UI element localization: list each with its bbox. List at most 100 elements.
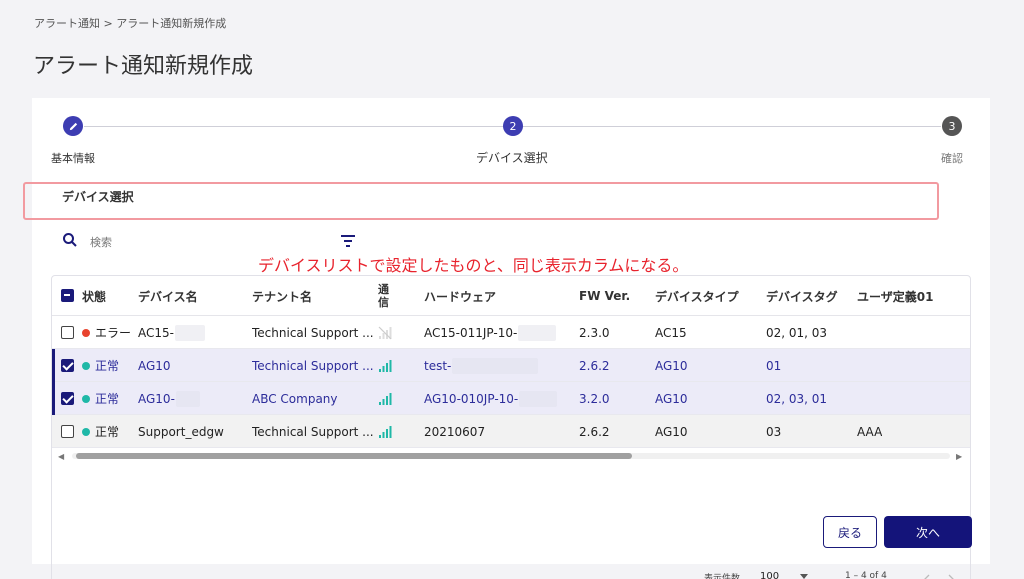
next-button[interactable]: 次へ — [884, 516, 972, 548]
scroll-thumb[interactable] — [76, 453, 632, 459]
select-all-checkbox[interactable] — [61, 289, 74, 302]
tag-cell: 03 — [766, 424, 782, 439]
dropdown-arrow-icon — [800, 574, 808, 579]
filter-icon[interactable] — [340, 235, 356, 247]
step-connector — [523, 126, 941, 127]
col-hardware[interactable]: ハードウェア — [424, 276, 496, 316]
status-cell: 正常 — [82, 382, 119, 415]
type-cell: AG10 — [655, 358, 688, 373]
device-name: AC15- — [138, 325, 174, 340]
rows-per-page-value: 100 — [760, 571, 780, 579]
signal-cell — [378, 382, 392, 415]
type-cell: AG10 — [655, 391, 688, 406]
table-row[interactable]: 正常 Support_edgw Technical Support ... 20… — [52, 415, 970, 448]
table-row[interactable]: エラー AC15- Technical Support ... AC15-011… — [52, 316, 970, 349]
page-title: アラート通知新規作成 — [33, 54, 254, 79]
step-3-pending: 3 — [942, 116, 962, 136]
tag-cell: 02, 01, 03 — [766, 325, 828, 340]
col-device-tag[interactable]: デバイスタグ — [766, 276, 838, 316]
hardware-cell: AC15-011JP-10- — [424, 316, 557, 349]
step-connector — [84, 126, 503, 127]
scroll-right-icon[interactable]: ▶ — [956, 452, 962, 461]
device-name-cell: AG10- — [138, 382, 200, 415]
step-label-basic: 基本情報 — [51, 152, 95, 165]
search-input[interactable] — [90, 232, 330, 252]
status-text: 正常 — [95, 392, 120, 406]
tenant-cell: ABC Company — [252, 391, 338, 406]
redacted-text — [519, 390, 558, 407]
fw-cell: 2.6.2 — [579, 358, 610, 373]
table-row[interactable]: 正常 AG10 Technical Support ... test- 2.6.… — [52, 349, 970, 382]
step-number: 3 — [948, 119, 956, 133]
status-text: 正常 — [95, 425, 120, 439]
step-number: 2 — [509, 119, 517, 133]
status-cell: 正常 — [82, 349, 119, 382]
redacted-text — [518, 324, 557, 341]
signal-full-icon — [379, 392, 392, 405]
col-device-type[interactable]: デバイスタイプ — [655, 276, 739, 316]
rows-per-page-select[interactable]: 100 — [750, 566, 816, 579]
next-page-icon[interactable] — [948, 574, 954, 579]
tenant-cell: Technical Support ... — [252, 358, 374, 373]
fw-cell: 2.6.2 — [579, 424, 610, 439]
row-checkbox[interactable] — [61, 326, 74, 339]
signal-cell — [378, 349, 392, 382]
device-name-cell: AC15- — [138, 316, 205, 349]
breadcrumb[interactable]: アラート通知 > アラート通知新規作成 — [34, 15, 226, 31]
status-dot — [82, 427, 90, 436]
hardware-text: AG10-010JP-10- — [424, 391, 519, 406]
rows-per-page-label: 表示件数 — [704, 574, 741, 579]
tag-cell: 02, 03, 01 — [766, 391, 828, 406]
status-cell: エラー — [82, 316, 131, 349]
row-checkbox[interactable] — [61, 425, 74, 438]
device-name: AG10- — [138, 391, 175, 406]
content-card: 2 3 基本情報 デバイス選択 確認 デバイス選択 デバイスリストで設定したもの… — [32, 98, 990, 579]
step-1-done — [63, 116, 83, 136]
table-header: 状態 デバイス名 テナント名 通 信 ハードウェア FW Ver. デバイスタイ… — [52, 276, 970, 316]
step-label-confirm: 確認 — [941, 152, 963, 165]
prev-page-icon[interactable] — [924, 574, 930, 579]
scroll-left-icon[interactable]: ◀ — [58, 452, 64, 461]
signal-cell — [378, 316, 392, 349]
tenant-cell: Technical Support ... — [252, 325, 374, 340]
col-device-name[interactable]: デバイス名 — [138, 276, 198, 316]
signal-full-icon — [379, 425, 392, 438]
fw-cell: 3.2.0 — [579, 391, 610, 406]
type-cell: AG10 — [655, 424, 688, 439]
hardware-cell: AG10-010JP-10- — [424, 382, 558, 415]
signal-none-icon — [378, 326, 392, 339]
section-title: デバイス選択 — [62, 190, 134, 204]
status-dot — [82, 328, 90, 337]
back-button[interactable]: 戻る — [823, 516, 877, 548]
search-icon — [63, 233, 77, 247]
col-status[interactable]: 状態 — [82, 276, 106, 316]
device-name-cell: Support_edgw — [138, 424, 224, 439]
type-cell: AC15 — [655, 325, 687, 340]
redacted-text — [174, 324, 205, 341]
row-checkbox[interactable] — [61, 392, 74, 405]
table-row[interactable]: 正常 AG10- ABC Company AG10-010JP-10- 3.2.… — [52, 382, 970, 415]
signal-cell — [378, 415, 392, 448]
status-text: エラー — [95, 326, 132, 340]
col-communication-line1: 通 — [378, 283, 389, 296]
annotation-note: デバイスリストで設定したものと、同じ表示カラムになる。 — [258, 256, 689, 275]
horizontal-scrollbar[interactable]: ◀ ▶ — [52, 450, 970, 462]
redacted-text — [452, 357, 539, 374]
status-text: 正常 — [95, 359, 120, 373]
selection-bar — [52, 349, 55, 382]
col-communication[interactable]: 通 信 — [378, 276, 389, 316]
user-def-cell: AAA — [857, 424, 883, 439]
col-fw-ver[interactable]: FW Ver. — [579, 276, 630, 316]
status-dot — [82, 394, 90, 403]
tenant-cell: Technical Support ... — [252, 424, 374, 439]
pencil-icon — [69, 122, 77, 130]
signal-full-icon — [379, 359, 392, 372]
page-range: 1 – 4 of 4 — [845, 571, 887, 579]
hardware-cell: 20210607 — [424, 424, 486, 439]
row-checkbox[interactable] — [61, 359, 74, 372]
hardware-text: test- — [424, 358, 452, 373]
redacted-text — [175, 390, 200, 407]
col-user-defined[interactable]: ユーザ定義01 — [857, 276, 933, 316]
col-tenant-name[interactable]: テナント名 — [252, 276, 312, 316]
step-label-device: デバイス選択 — [476, 151, 548, 165]
